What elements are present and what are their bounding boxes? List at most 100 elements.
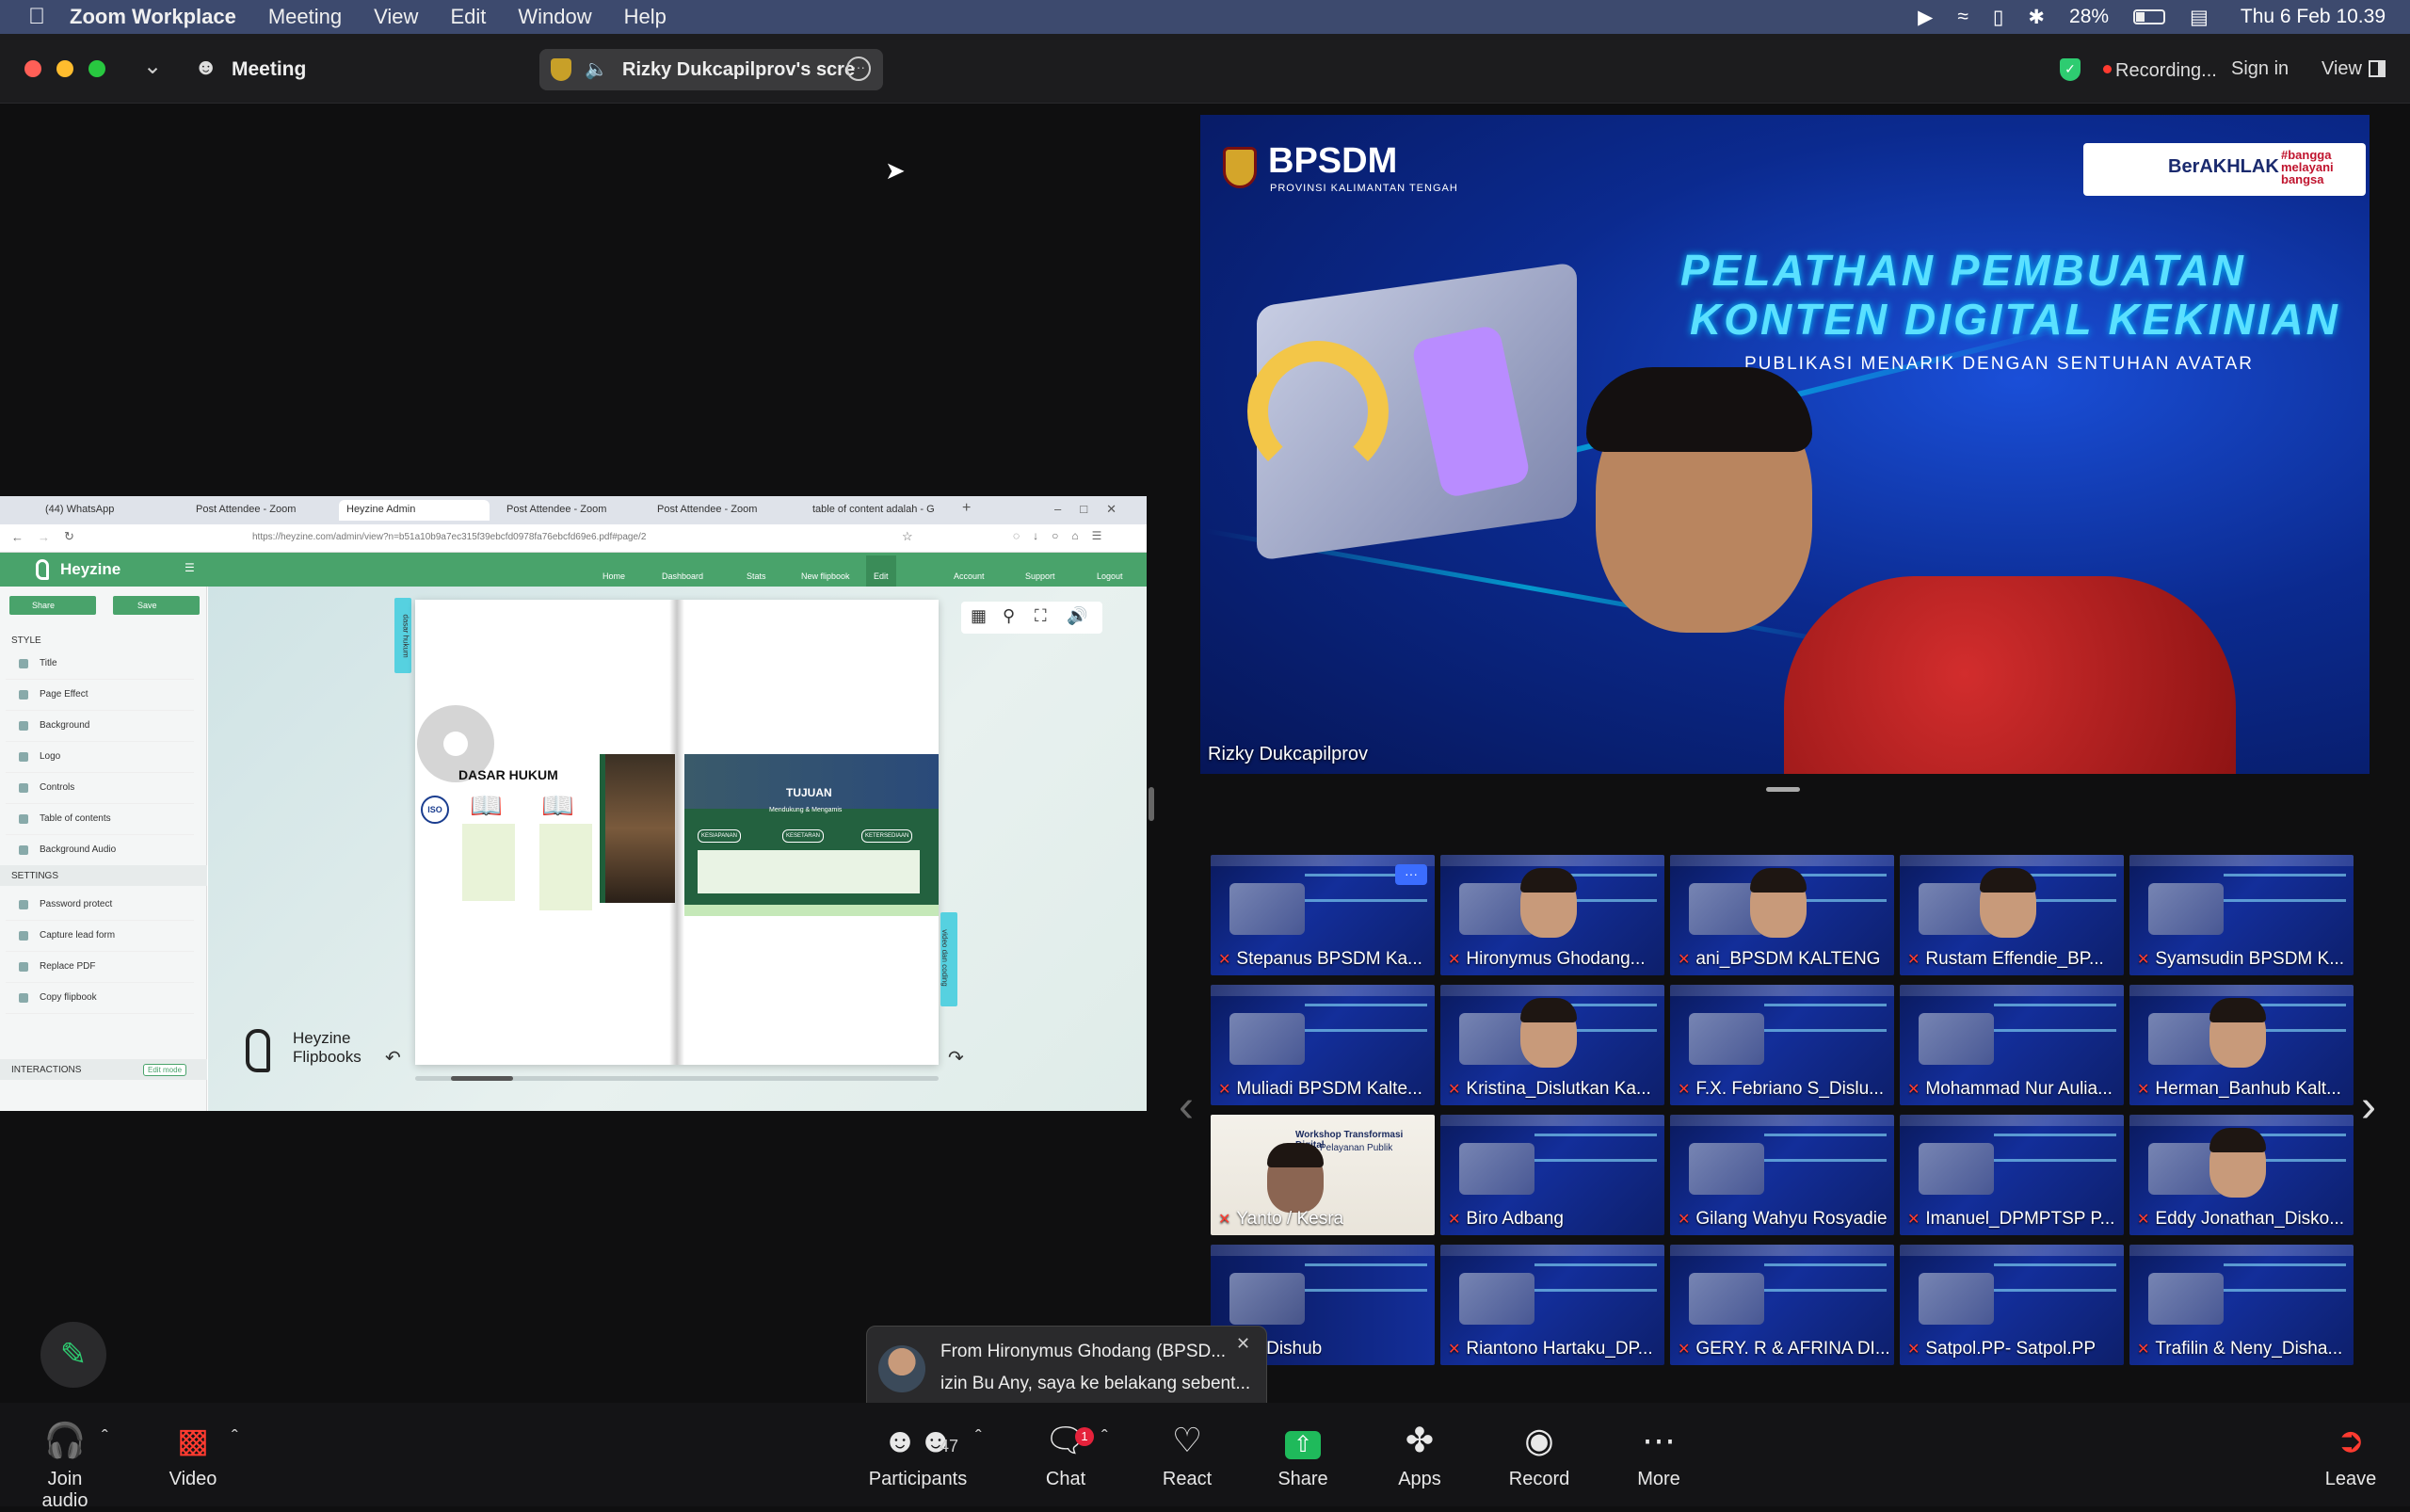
wifi-icon[interactable]: ≈ [1957, 6, 1968, 28]
participant-tile[interactable]: ✕ Satpol.PP- Satpol.PP [1900, 1245, 2124, 1365]
participant-tile[interactable]: ✕ Riantono Hartaku_DP... [1440, 1245, 1664, 1365]
undo-icon[interactable]: ↶ [385, 1046, 401, 1070]
participant-tile[interactable]: ✕ Biro Adbang [1440, 1115, 1664, 1235]
flipbook-pages[interactable]: DASAR HUKUM ISO 📖 📖 TUJUAN Mendukung & M… [415, 600, 939, 1065]
settings-item-password[interactable]: Password protect [6, 890, 194, 921]
participant-tile[interactable]: ✕ GERY. R & AFRINA DI... [1670, 1245, 1894, 1365]
browser-tab-active[interactable]: Heyzine Admin [339, 500, 490, 521]
tile-more-icon[interactable]: ··· [1395, 864, 1427, 885]
settings-header[interactable]: SETTINGS [0, 865, 207, 886]
close-window-button[interactable] [24, 60, 41, 77]
nav-account[interactable]: Account [954, 571, 985, 581]
audio-options-chevron-icon[interactable]: ˆ [102, 1427, 108, 1449]
nav-dashboard[interactable]: Dashboard [662, 571, 703, 581]
browser-tab[interactable]: (44) WhatsApp [38, 500, 121, 521]
menu-app-name[interactable]: Zoom Workplace [70, 5, 236, 29]
more-button[interactable]: ⋯ More [1632, 1420, 1685, 1490]
share-button[interactable]: ⇧ Share [1275, 1420, 1331, 1490]
minimize-window-button[interactable] [56, 60, 73, 77]
browser-tab[interactable]: Post Attendee - Zoom [499, 500, 614, 521]
style-item-title[interactable]: Title [6, 649, 194, 680]
react-button[interactable]: ♡ React [1160, 1420, 1214, 1490]
video-panel-resize-handle[interactable] [1766, 787, 1800, 792]
meeting-label[interactable]: Meeting [232, 58, 306, 81]
annotate-pencil-icon[interactable]: ✎ [40, 1322, 106, 1388]
participant-tile[interactable]: ✕ Kristina_Dislutkan Ka... [1440, 985, 1664, 1105]
chevron-down-icon[interactable]: ⌄ [143, 53, 162, 80]
battery-icon[interactable] [2133, 9, 2166, 24]
nav-logout[interactable]: Logout [1097, 571, 1123, 581]
chat-toast[interactable]: From Hironymus Ghodang (BPSD... izin Bu … [866, 1326, 1267, 1425]
chat-chevron-icon[interactable]: ˆ [1101, 1427, 1108, 1449]
close-icon[interactable]: ✕ [1236, 1334, 1250, 1354]
share-button[interactable]: Share [9, 596, 96, 615]
nav-edit[interactable]: Edit [866, 555, 896, 587]
gallery-prev-icon[interactable]: ‹ [1179, 1081, 1194, 1133]
participant-tile[interactable]: ✕ Trafilin & Neny_Disha... [2129, 1245, 2354, 1365]
participant-tile[interactable]: ✕ Hironymus Ghodang... [1440, 855, 1664, 975]
bluetooth-icon[interactable]: ✱ [2028, 6, 2045, 29]
leave-button[interactable]: ➲ Leave [2323, 1420, 2378, 1490]
play-status-icon[interactable]: ▶ [1918, 6, 1933, 29]
menu-edit[interactable]: Edit [450, 5, 486, 29]
nav-new-flipbook[interactable]: New flipbook [801, 571, 850, 581]
zoom-window-button[interactable] [88, 60, 105, 77]
video-button[interactable]: ▩ Video [162, 1420, 224, 1490]
apps-button[interactable]: ✤ Apps [1393, 1420, 1446, 1490]
style-item-bg-audio[interactable]: Background Audio [6, 835, 194, 866]
participant-tile[interactable]: ✕ Rustam Effendie_BP... [1900, 855, 2124, 975]
sign-in-link[interactable]: Sign in [2231, 58, 2289, 80]
participant-tile[interactable]: ✕ Imanuel_DPMPTSP P... [1900, 1115, 2124, 1235]
participant-tile[interactable]: ✕ Gilang Wahyu Rosyadie [1670, 1115, 1894, 1235]
browser-extensions[interactable]: ◌↓○⌂☰ [1013, 529, 1115, 542]
nav-home[interactable]: Home [602, 571, 625, 581]
style-item-logo[interactable]: Logo [6, 742, 194, 773]
participant-tile[interactable]: ✕ Syamsudin BPSDM K... [2129, 855, 2354, 975]
menu-toggle-icon[interactable]: ☰ [185, 561, 195, 574]
nav-support[interactable]: Support [1025, 571, 1055, 581]
menu-help[interactable]: Help [624, 5, 667, 29]
apple-icon[interactable]:  [28, 4, 45, 30]
sound-icon[interactable]: 🔊 [1067, 606, 1087, 626]
encryption-shield-icon[interactable]: ✓ [2060, 58, 2081, 81]
menu-window[interactable]: Window [518, 5, 591, 29]
forward-icon[interactable]: → [38, 530, 50, 544]
heyzine-brand[interactable]: Heyzine [60, 560, 120, 579]
page-scrollbar-thumb[interactable] [451, 1076, 513, 1081]
settings-item-lead-form[interactable]: Capture lead form [6, 921, 194, 952]
style-item-controls[interactable]: Controls [6, 773, 194, 804]
style-item-background[interactable]: Background [6, 711, 194, 742]
video-options-chevron-icon[interactable]: ˆ [232, 1427, 238, 1449]
url-field[interactable]: https://heyzine.com/admin/view?n=b51a10b… [252, 532, 646, 542]
participant-tile[interactable]: ✕ Muliadi BPSDM Kalte... [1211, 985, 1435, 1105]
participant-tile[interactable]: ✕ F.X. Febriano S_Dislu... [1670, 985, 1894, 1105]
thumbnails-icon[interactable]: ▦ [971, 606, 987, 626]
participant-tile[interactable]: Workshop Transformasi DigitalPelayanan P… [1211, 1115, 1435, 1235]
view-button[interactable]: View [2322, 58, 2362, 80]
shared-screen[interactable]: (44) WhatsApp Post Attendee - Zoom Heyzi… [0, 496, 1147, 1111]
speaker-video[interactable]: BPSDM PROVINSI KALIMANTAN TENGAH BerAKHL… [1200, 115, 2370, 774]
participant-tile[interactable]: ✕ ani_BPSDM KALTENG [1670, 855, 1894, 975]
bookmark-star-icon[interactable]: ☆ [902, 529, 913, 544]
participant-tile[interactable]: ✕ Eddy Jonathan_Disko... [2129, 1115, 2354, 1235]
reload-icon[interactable]: ↻ [64, 529, 74, 544]
style-header[interactable]: STYLE [11, 635, 41, 646]
settings-item-replace-pdf[interactable]: Replace PDF [6, 952, 194, 983]
participant-tile[interactable]: ··· ✕ Stepanus BPSDM Ka... [1211, 855, 1435, 975]
browser-tab[interactable]: Post Attendee - Zoom [188, 500, 303, 521]
join-audio-button[interactable]: 🎧 Join audio [23, 1420, 107, 1512]
control-center-icon[interactable]: ▤ [2190, 6, 2209, 29]
participant-tile[interactable]: ✕ Mohammad Nur Aulia... [1900, 985, 2124, 1105]
participant-tile[interactable]: ✕ Herman_Banhub Kalt... [2129, 985, 2354, 1105]
view-layout-icon[interactable] [2369, 60, 2386, 77]
edit-mode-badge[interactable]: Edit mode [143, 1064, 187, 1076]
recording-status[interactable]: Recording... [2115, 60, 2217, 82]
more-options-icon[interactable]: ··· [846, 56, 871, 81]
style-item-toc[interactable]: Table of contents [6, 804, 194, 835]
redo-icon[interactable]: ↷ [948, 1046, 964, 1070]
back-icon[interactable]: ← [11, 530, 24, 544]
record-button[interactable]: ◉ Record [1504, 1420, 1574, 1490]
browser-tab[interactable]: Post Attendee - Zoom [650, 500, 764, 521]
phone-icon[interactable]: ▯ [1993, 6, 2004, 29]
style-item-page-effect[interactable]: Page Effect [6, 680, 194, 711]
